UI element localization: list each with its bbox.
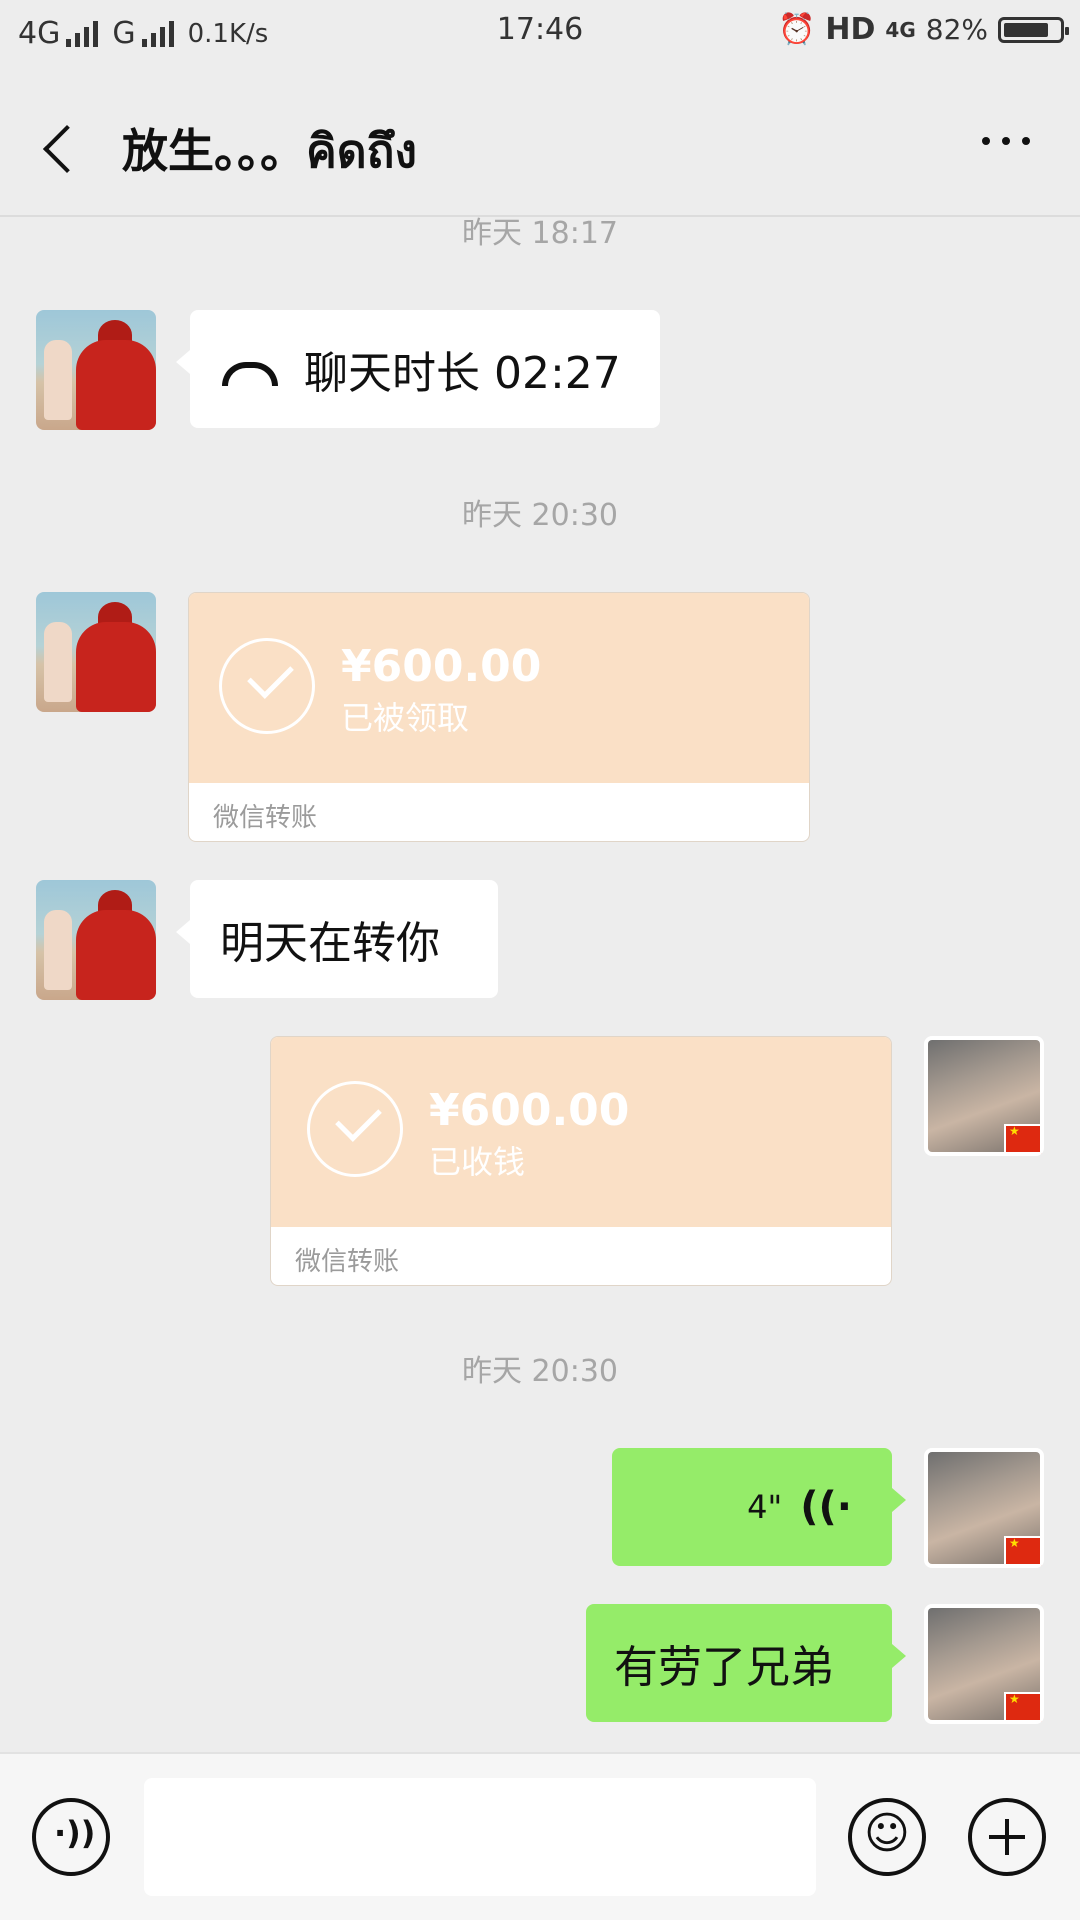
check-circle-icon [219, 638, 315, 734]
more-options-button[interactable] [982, 137, 1030, 145]
voice-wave-icon: ((· [800, 1484, 852, 1530]
voice-input-button[interactable]: ·)) [32, 1798, 110, 1876]
chat-title: 放生。。。คิดถึง [122, 124, 417, 178]
call-duration-text: 聊天时长 02:27 [304, 348, 621, 399]
check-circle-icon [307, 1081, 403, 1177]
network-type-3: 4G [885, 17, 916, 42]
phone-hangup-icon [222, 362, 278, 386]
text-message-bubble[interactable]: 明天在转你 [176, 880, 498, 998]
contact-avatar[interactable] [36, 310, 156, 430]
message-input[interactable] [144, 1778, 816, 1896]
status-bar: 4G G 0.1K/s 17:46 ⏰ HD 4G 82% [0, 0, 1080, 70]
message-text: 有劳了兄弟 [614, 1642, 834, 1693]
timestamp: 昨天 20:30 [462, 498, 618, 533]
smiley-icon: ☺ [864, 1808, 910, 1859]
message-text: 明天在转你 [220, 918, 440, 969]
contact-avatar[interactable] [36, 880, 156, 1000]
text-message-bubble[interactable]: 有劳了兄弟 [586, 1604, 906, 1722]
hd-indicator: HD [825, 12, 876, 47]
alarm-icon: ⏰ [778, 12, 816, 47]
battery-icon [998, 16, 1069, 43]
transfer-label: 微信转账 [295, 1247, 400, 1277]
voice-icon: ·)) [54, 1814, 96, 1852]
timestamp: 昨天 20:30 [462, 1354, 618, 1389]
transfer-label: 微信转账 [213, 803, 318, 833]
contact-avatar[interactable] [36, 592, 156, 712]
transfer-card-received[interactable]: ¥600.00 已被领取 微信转账 [188, 592, 810, 842]
transfer-status: 已被领取 [341, 699, 470, 737]
add-more-button[interactable] [968, 1798, 1046, 1876]
plus-icon-vertical [1005, 1819, 1009, 1855]
transfer-amount: ¥600.00 [341, 641, 542, 692]
voice-duration: 4" [747, 1488, 783, 1526]
chat-header: 放生。。。คิดถึง [0, 75, 1080, 215]
battery-percent: 82% [925, 13, 988, 46]
my-avatar[interactable] [924, 1604, 1044, 1724]
china-flag-icon [1004, 1124, 1042, 1154]
call-record-bubble[interactable]: 聊天时长 02:27 [176, 310, 660, 428]
my-avatar[interactable] [924, 1448, 1044, 1568]
voice-message-bubble[interactable]: 4" ((· [612, 1448, 906, 1566]
transfer-amount: ¥600.00 [429, 1085, 630, 1136]
transfer-card-sent[interactable]: ¥600.00 已收钱 微信转账 [270, 1036, 892, 1286]
back-button[interactable] [40, 120, 80, 180]
timestamp: 昨天 18:17 [462, 216, 618, 251]
transfer-status: 已收钱 [429, 1143, 526, 1181]
input-bar: ·)) ☺ [0, 1752, 1080, 1920]
china-flag-icon [1004, 1536, 1042, 1566]
my-avatar[interactable] [924, 1036, 1044, 1156]
china-flag-icon [1004, 1692, 1042, 1722]
emoji-button[interactable]: ☺ [848, 1798, 926, 1876]
